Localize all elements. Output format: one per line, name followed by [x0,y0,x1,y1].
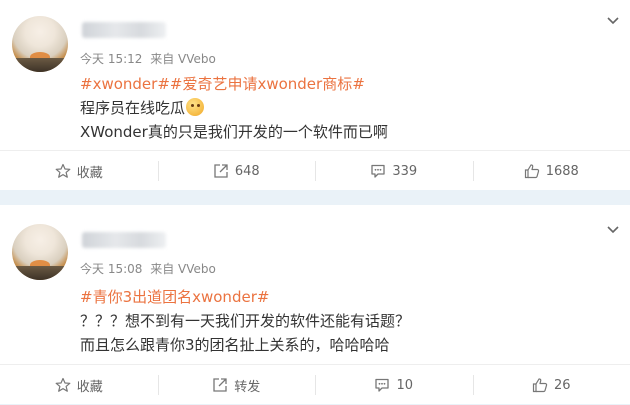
hashtag-line: #xwonder##爱奇艺申请xwonder商标# [80,72,388,96]
favorite-button[interactable]: 收藏 [0,365,158,405]
star-icon [55,163,71,179]
hashtag-link[interactable]: #青你3出道团名xwonder# [80,288,269,306]
action-bar: 收藏 转发 10 26 [0,364,630,405]
star-icon [55,377,71,393]
share-icon [213,163,229,179]
comment-icon [370,163,386,179]
username-blurred[interactable] [82,22,166,38]
comment-button[interactable]: 339 [315,151,473,191]
weibo-post-card: 今天 15:08 来自 VVebo #青你3出道团名xwonder# ？？？想不… [0,205,630,404]
post-content: #青你3出道团名xwonder# ？？？想不到有一天我们开发的软件还能有话题？ … [80,285,410,357]
post-content: #xwonder##爱奇艺申请xwonder商标# 程序员在线吃瓜 XWonde… [80,72,388,144]
thumbs-up-icon [532,377,548,393]
hashtag-line: #青你3出道团名xwonder# [80,285,410,309]
post-source: 来自 VVebo [150,262,216,276]
post-time: 今天 15:08 [80,262,142,276]
username-blurred[interactable] [82,232,166,248]
share-icon [212,377,228,393]
favorite-button[interactable]: 收藏 [0,151,158,191]
post-time: 今天 15:12 [80,52,142,66]
post-text-line: 程序员在线吃瓜 [80,96,388,120]
action-bar: 收藏 648 339 1688 [0,150,630,191]
comment-button[interactable]: 10 [315,365,473,405]
repost-button[interactable]: 转发 [158,365,316,405]
post-source: 来自 VVebo [150,52,216,66]
hashtag-link[interactable]: #爱奇艺申请xwonder商标# [170,75,365,93]
weibo-post-card: 今天 15:12 来自 VVebo #xwonder##爱奇艺申请xwonder… [0,0,630,190]
like-button[interactable]: 1688 [473,151,630,191]
post-text-line: XWonder真的只是我们开发的一个软件而已啊 [80,120,388,144]
comment-icon [374,377,390,393]
avatar[interactable] [12,16,68,72]
hashtag-link[interactable]: #xwonder# [80,75,170,93]
thumbs-up-icon [524,163,540,179]
chevron-down-icon[interactable] [606,223,620,237]
avatar[interactable] [12,224,68,280]
post-meta: 今天 15:12 来自 VVebo [80,50,220,67]
drooling-emoji-icon [186,98,204,116]
post-text-line: ？？？想不到有一天我们开发的软件还能有话题？ [80,309,410,333]
post-meta: 今天 15:08 来自 VVebo [80,260,220,277]
repost-button[interactable]: 648 [158,151,316,191]
post-text-line: 而且怎么跟青你3的团名扯上关系的，哈哈哈哈 [80,333,410,357]
like-button[interactable]: 26 [473,365,630,405]
chevron-down-icon[interactable] [606,14,620,28]
